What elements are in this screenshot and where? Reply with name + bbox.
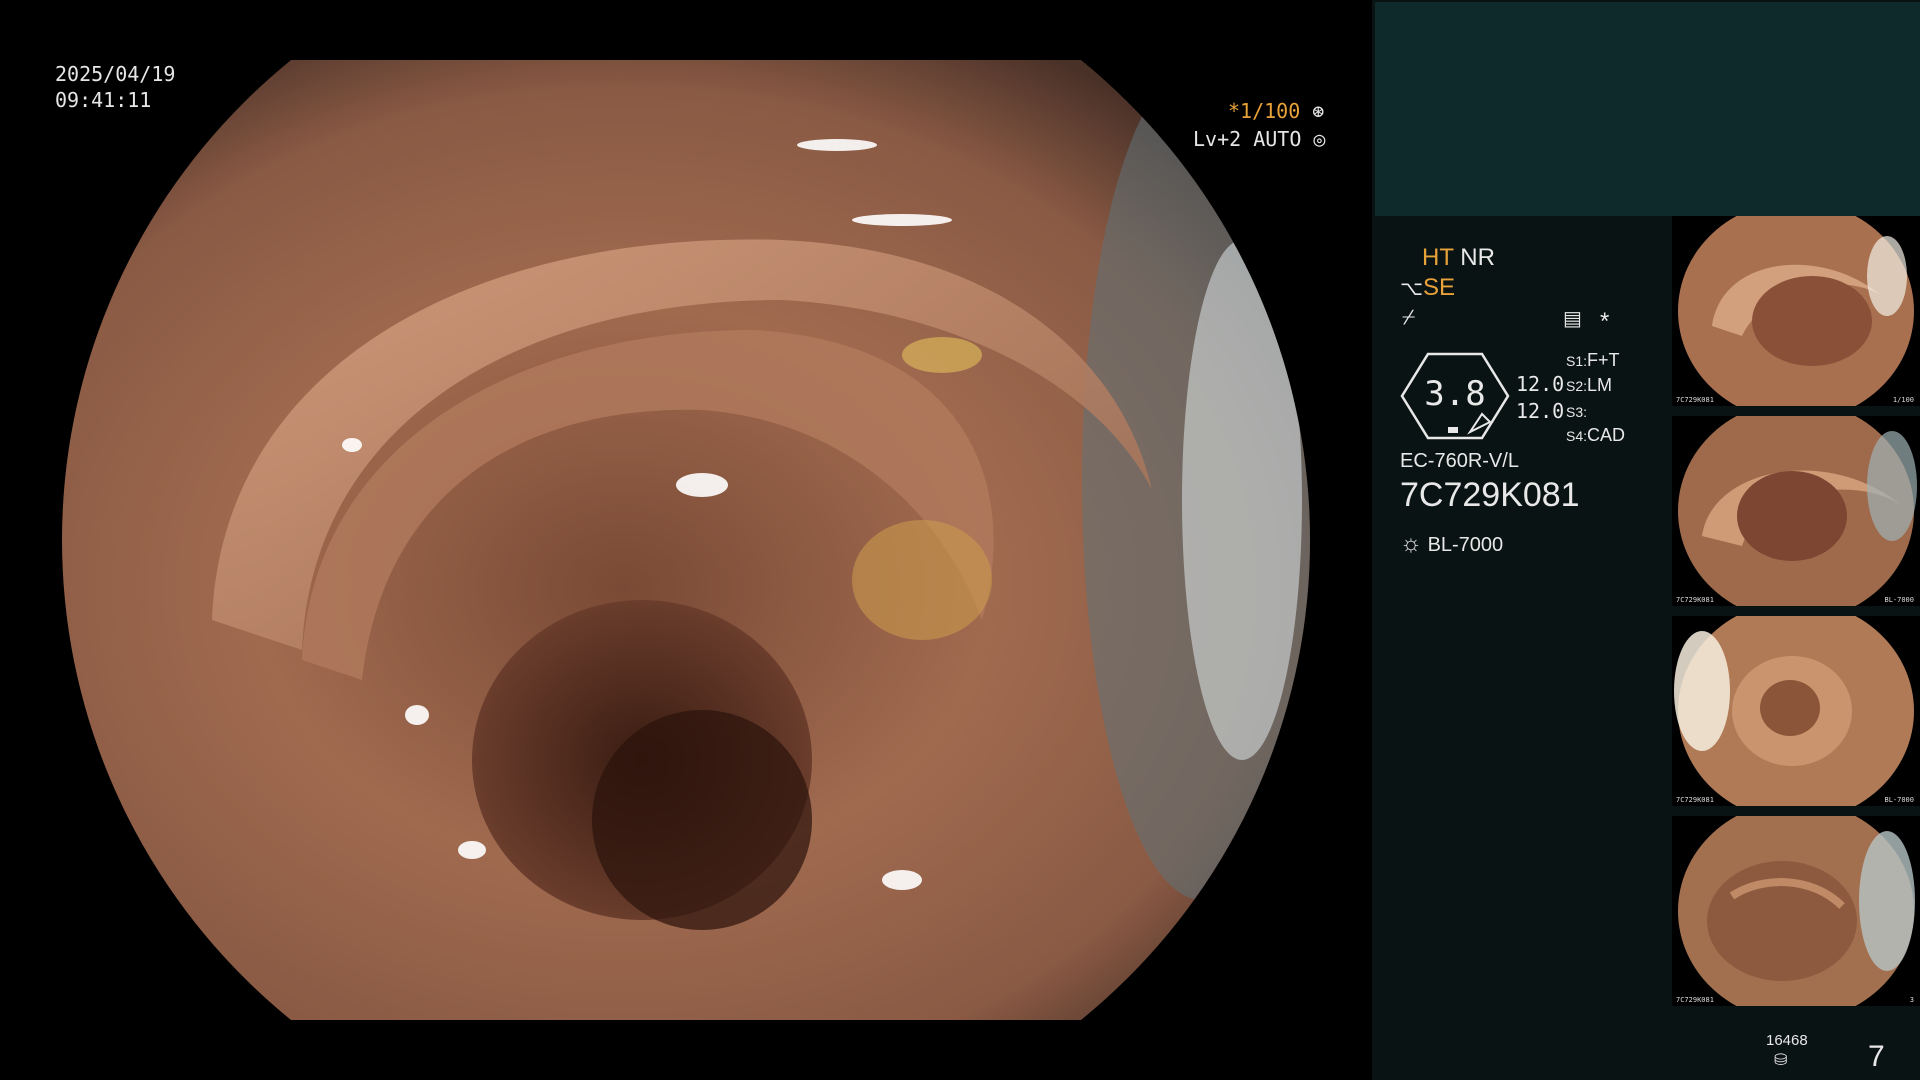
capture-count: 7 [1868, 1040, 1885, 1073]
thumb-3-serial: 7C729K081 [1676, 796, 1714, 804]
switch-s3: S3: [1566, 401, 1587, 422]
freeze-icon: ⌿ [1402, 304, 1416, 329]
capture-thumbnail-4[interactable]: 7C729K081 3 [1672, 816, 1920, 1006]
se-indicator: SE [1423, 274, 1456, 301]
storage-counter: 16468 [1766, 1032, 1808, 1049]
s1-value: F+T [1587, 350, 1620, 370]
thumb-2-serial: 7C729K081 [1676, 596, 1714, 604]
value-1: 12.0 [1516, 372, 1565, 396]
s4-key: S4: [1566, 428, 1588, 444]
capture-time: 09:41:11 [55, 88, 152, 112]
se-row: ⌥SE [1400, 274, 1455, 302]
light-source-icon: ☼ [1400, 530, 1422, 557]
s4-value: CAD [1587, 425, 1626, 445]
switch-s2: S2:LM [1566, 375, 1612, 396]
iris-level: Lv+2 AUTO ◎ [1193, 127, 1325, 152]
capture-thumbnail-2[interactable]: 7C729K081 BL-7000 [1672, 416, 1920, 606]
shutter-value: *1/100 [1228, 99, 1301, 123]
scope-serial: 7C729K081 [1400, 476, 1580, 514]
ht-nr-row: HT NR [1422, 244, 1495, 272]
s3-key: S3: [1566, 404, 1588, 420]
thumb-4-serial: 7C729K081 [1676, 996, 1714, 1004]
scope-model: EC-760R-V/L [1400, 450, 1519, 472]
s1-key: S1: [1566, 353, 1588, 369]
shutter-speed: *1/100 ⊛ [1228, 99, 1324, 124]
capture-thumbnail-3[interactable]: 7C729K081 BL-7000 [1672, 616, 1920, 806]
ht-indicator: HT [1422, 244, 1454, 271]
thumb-1-serial: 7C729K081 [1676, 396, 1714, 404]
thumb-4-info: 3 [1909, 996, 1914, 1004]
light-source-row: ☼ BL-7000 [1400, 530, 1503, 558]
value-2: 12.0 [1516, 399, 1565, 423]
capture-thumbnail-1[interactable]: 7C729K081 1/100 [1672, 216, 1920, 406]
switch-s1: S1:F+T [1566, 350, 1620, 371]
switch-s4: S4:CAD [1566, 425, 1625, 446]
se-tool-icon: ⌥ [1400, 278, 1424, 300]
capture-date: 2025/04/19 [55, 62, 176, 86]
s2-value: LM [1587, 375, 1613, 395]
iris-icon: ◎ [1313, 127, 1326, 151]
zoom-badge: 3.8 [1400, 352, 1510, 440]
storage-disk-icon: ⛁ [1774, 1052, 1788, 1069]
endoscopic-image [62, 60, 1310, 1020]
shutter-aperture-icon: ⊛ [1312, 99, 1325, 123]
settings-sliders-icon: ▤ [1563, 308, 1582, 330]
panel-header-area [1375, 2, 1920, 216]
thumb-2-info: BL-7000 [1884, 596, 1914, 604]
thumb-1-info: 1/100 [1892, 396, 1914, 404]
thumb-3-info: BL-7000 [1884, 796, 1914, 804]
iris-value: Lv+2 AUTO [1193, 127, 1302, 151]
nr-indicator: NR [1460, 244, 1495, 271]
zoom-value: 3.8 [1424, 374, 1486, 414]
s2-key: S2: [1566, 378, 1588, 394]
light-source-model: BL-7000 [1427, 534, 1504, 556]
endoscope-viewport: 2025/04/19 09:41:11 *1/100 ⊛ Lv+2 AUTO ◎ [0, 0, 1372, 1080]
asterisk-indicator: * [1600, 308, 1610, 335]
